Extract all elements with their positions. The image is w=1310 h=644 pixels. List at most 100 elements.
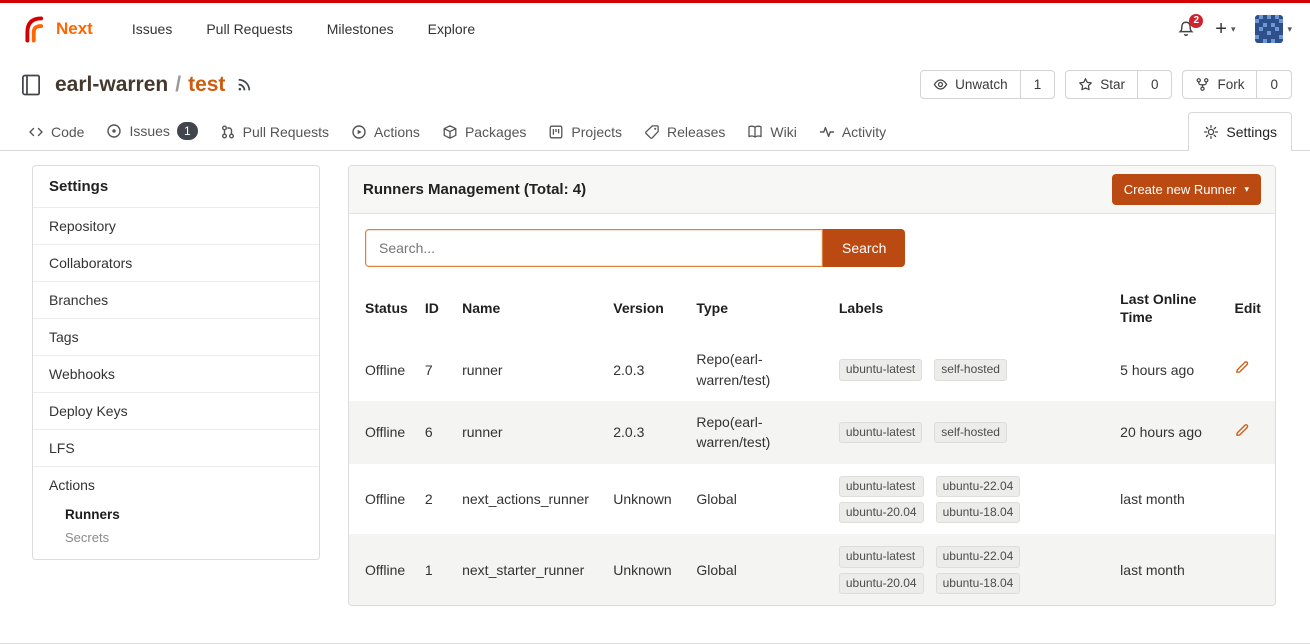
tab-label: Wiki [770,124,796,140]
tab-pull-requests[interactable]: Pull Requests [210,114,339,150]
unwatch-button[interactable]: Unwatch 1 [920,70,1055,99]
rss-feed-icon[interactable] [236,76,253,93]
edit-runner-button[interactable] [1234,359,1250,375]
sidebar-item-actions[interactable]: Actions [33,466,319,503]
tab-packages[interactable]: Packages [432,114,536,150]
fork-count[interactable]: 0 [1256,71,1291,98]
label-badge: self-hosted [934,422,1007,443]
col-labels: Labels [831,280,1112,338]
sidebar-item-collaborators[interactable]: Collaborators [33,244,319,281]
label-badge: ubuntu-latest [839,359,922,380]
runner-type: Global [688,534,831,605]
star-count[interactable]: 0 [1137,71,1172,98]
col-status: Status [349,280,417,338]
star-icon [1078,77,1093,92]
repo-title: earl-warren / test [55,73,225,97]
runner-version: 2.0.3 [605,338,688,401]
label-badge: ubuntu-latest [839,476,924,497]
fork-button[interactable]: Fork 0 [1182,70,1292,99]
tab-label: Settings [1226,124,1277,140]
runners-table: Status ID Name Version Type Labels Last … [349,280,1275,605]
tab-projects[interactable]: Projects [538,114,632,150]
create-new-runner-label: Create new Runner [1124,182,1237,197]
search-input[interactable] [365,229,823,267]
tab-issues[interactable]: Issues 1 [96,112,207,150]
sidebar-item-runners[interactable]: Runners [33,503,319,526]
runner-id: 6 [417,401,454,464]
caret-down-icon: ▾ [1231,25,1236,34]
eye-icon [933,77,948,92]
table-row: Offline 7 runner 2.0.3 Repo(earl-warren/… [349,338,1275,401]
runner-labels: ubuntu-latest ubuntu-22.04 ubuntu-20.04 … [839,546,1020,594]
star-button[interactable]: Star 0 [1065,70,1172,99]
create-new-menu[interactable]: + ▾ [1215,19,1235,39]
table-row: Offline 6 runner 2.0.3 Repo(earl-warren/… [349,401,1275,464]
nav-link-milestones[interactable]: Milestones [312,13,409,45]
user-menu[interactable]: ▾ [1255,15,1292,43]
label-badge: ubuntu-22.04 [936,476,1021,497]
page-content: Settings Repository Collaborators Branch… [0,151,1310,606]
primary-nav: Issues Pull Requests Milestones Explore [117,13,490,45]
tab-actions[interactable]: Actions [341,114,430,150]
runner-last-online: last month [1112,464,1226,535]
brand-home-link[interactable]: Next [18,14,93,44]
repo-name-link[interactable]: test [188,73,225,97]
col-edit: Edit [1226,280,1275,338]
sidebar-item-secrets[interactable]: Secrets [33,526,319,549]
edit-runner-button[interactable] [1234,422,1250,438]
notifications-button[interactable]: 2 [1177,20,1195,38]
user-avatar [1255,15,1283,43]
nav-link-pull-requests[interactable]: Pull Requests [191,13,307,45]
table-row: Offline 2 next_actions_runner Unknown Gl… [349,464,1275,535]
runner-last-online: last month [1112,534,1226,605]
runner-status: Offline [349,534,417,605]
col-version: Version [605,280,688,338]
sidebar-item-repository[interactable]: Repository [33,207,319,244]
label-badge: ubuntu-18.04 [936,502,1021,523]
repo-owner-link[interactable]: earl-warren [55,73,168,97]
top-navbar: Next Issues Pull Requests Milestones Exp… [0,3,1310,55]
pulse-icon [819,124,835,140]
watch-count[interactable]: 1 [1020,71,1055,98]
nav-link-explore[interactable]: Explore [413,13,490,45]
issues-count-badge: 1 [177,122,198,140]
sidebar-item-webhooks[interactable]: Webhooks [33,355,319,392]
play-circle-icon [351,124,367,140]
caret-down-icon: ▾ [1287,25,1292,34]
create-new-runner-button[interactable]: Create new Runner ▾ [1112,174,1261,205]
tab-settings[interactable]: Settings [1188,112,1292,151]
repo-slash: / [175,73,181,97]
tab-activity[interactable]: Activity [809,114,896,150]
panel-header: Runners Management (Total: 4) Create new… [349,166,1275,214]
tab-label: Actions [374,124,420,140]
tab-wiki[interactable]: Wiki [737,114,806,150]
runner-name: next_starter_runner [454,534,605,605]
runner-labels: ubuntu-latest self-hosted [839,422,1007,443]
fork-icon [1195,77,1210,92]
fork-label: Fork [1217,77,1244,92]
caret-down-icon: ▾ [1244,185,1249,194]
settings-sidebar: Settings Repository Collaborators Branch… [32,165,320,560]
book-icon [747,124,763,140]
star-label: Star [1100,77,1125,92]
runner-version: Unknown [605,534,688,605]
sidebar-item-tags[interactable]: Tags [33,318,319,355]
table-header-row: Status ID Name Version Type Labels Last … [349,280,1275,338]
sidebar-item-branches[interactable]: Branches [33,281,319,318]
col-last-online-time: Last Online Time [1112,280,1226,338]
repo-icon [18,72,44,98]
sidebar-item-lfs[interactable]: LFS [33,429,319,466]
tab-releases[interactable]: Releases [634,114,735,150]
runner-version: 2.0.3 [605,401,688,464]
runner-id: 1 [417,534,454,605]
table-row: Offline 1 next_starter_runner Unknown Gl… [349,534,1275,605]
tab-label: Projects [571,124,622,140]
search-button[interactable]: Search [823,229,905,267]
nav-link-issues[interactable]: Issues [117,13,187,45]
runner-name: next_actions_runner [454,464,605,535]
navbar-right: 2 + ▾ ▾ [1177,15,1292,43]
sidebar-item-deploy-keys[interactable]: Deploy Keys [33,392,319,429]
tab-code[interactable]: Code [18,114,94,150]
pencil-icon [1234,359,1250,375]
sidebar-title: Settings [33,166,319,207]
